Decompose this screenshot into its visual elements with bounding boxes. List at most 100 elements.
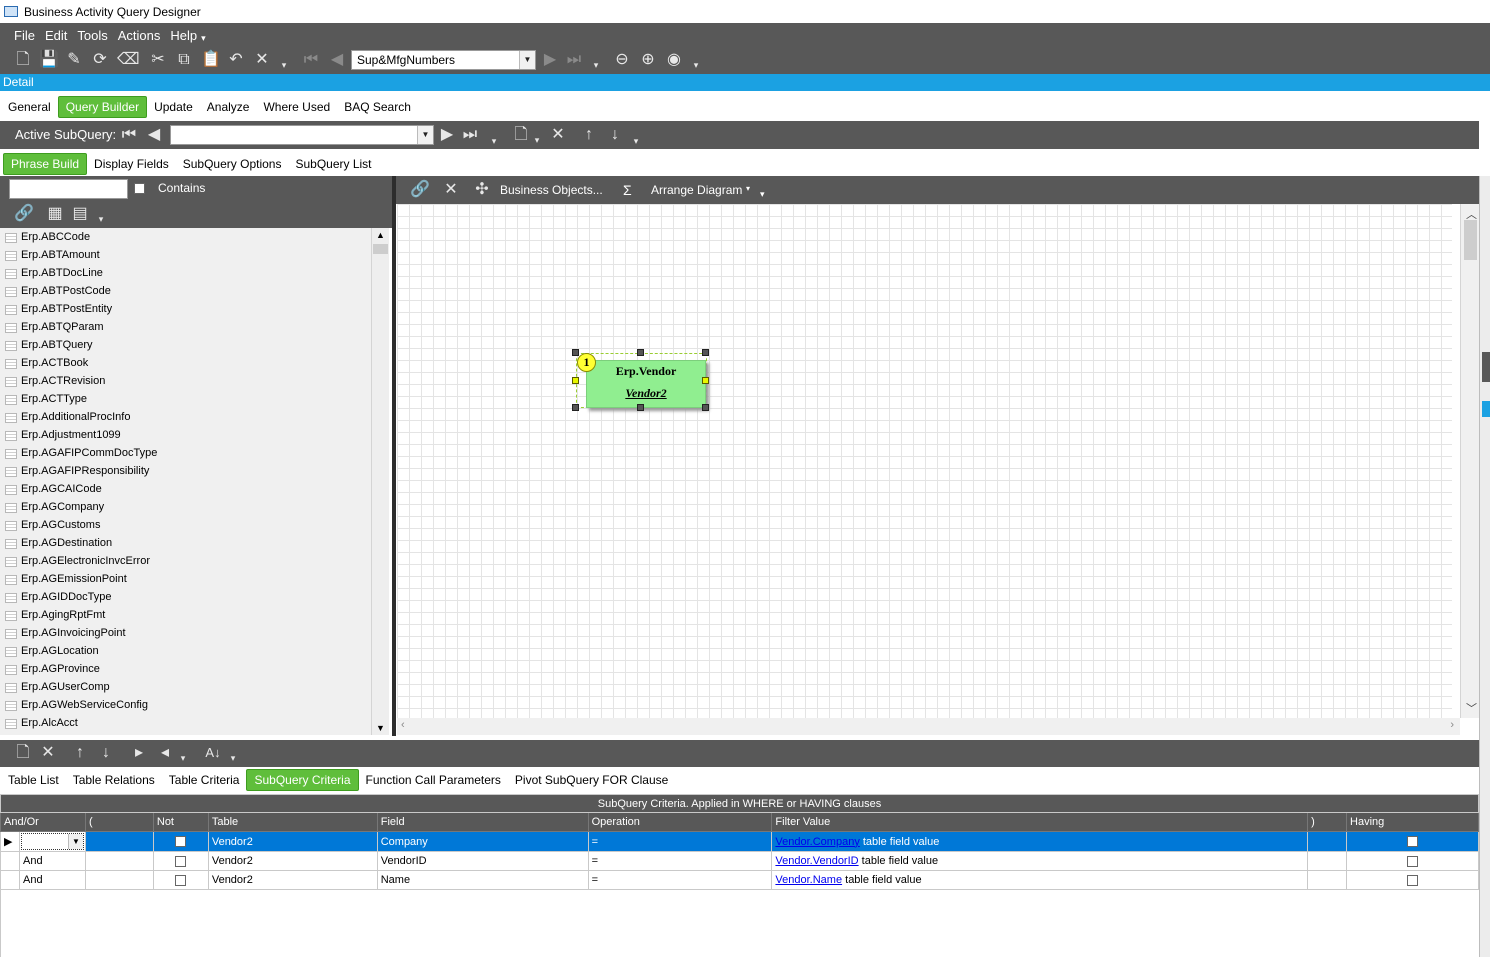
table-row[interactable]: ▶ ▼ Vendor2 Company = Vendor.Company tab…	[0, 831, 1479, 852]
diagram-overflow-icon[interactable]: ▾	[760, 189, 765, 200]
indent-left-icon[interactable]: ◂	[156, 745, 174, 761]
column-header[interactable]: (	[84, 812, 154, 832]
list-item[interactable]: Erp.ACTType	[0, 390, 389, 408]
menu-tools[interactable]: Tools	[77, 28, 107, 43]
extra-overflow-icon[interactable]: ▾	[687, 57, 705, 73]
open-paren-cell[interactable]	[84, 870, 154, 890]
list-item[interactable]: Erp.AGElectronicInvcError	[0, 552, 389, 570]
join-icon[interactable]: 🔗	[410, 182, 430, 198]
indent-right-icon[interactable]: ▸	[130, 745, 148, 761]
list-item[interactable]: Erp.AGWebServiceConfig	[0, 696, 389, 714]
list-item[interactable]: Erp.ACTRevision	[0, 372, 389, 390]
filter-value-cell[interactable]: Vendor.Company table field value	[771, 831, 1309, 852]
operation-cell[interactable]: =	[587, 851, 773, 871]
back-icon[interactable]: ⊖	[613, 52, 631, 68]
delete-criteria-icon[interactable]: ✕	[39, 745, 57, 761]
field-cell[interactable]: Name	[376, 870, 589, 890]
side-tab-marker[interactable]	[1482, 352, 1490, 382]
next-record-icon[interactable]: ▶	[541, 52, 559, 68]
paste-icon[interactable]: 📋	[201, 52, 221, 68]
first-record-icon[interactable]: ⏮	[302, 52, 320, 68]
list-item[interactable]: Erp.AGLocation	[0, 642, 389, 660]
scroll-up-icon[interactable]: ▲	[376, 230, 385, 240]
tab-query-builder[interactable]: Query Builder	[57, 96, 148, 118]
scroll-down-icon[interactable]: ﹀	[1466, 700, 1477, 716]
table-row[interactable]: And Vendor2 VendorID = Vendor.VendorID t…	[0, 851, 1479, 871]
chevron-down-icon[interactable]: ▼	[67, 834, 83, 849]
cut-icon[interactable]: ✂	[149, 52, 167, 68]
menu-edit[interactable]: Edit	[45, 28, 67, 43]
diagram-hscrollbar[interactable]: ‹ ›	[397, 718, 1460, 735]
row-indicator[interactable]	[0, 851, 20, 871]
scroll-right-icon[interactable]: ›	[1450, 719, 1454, 731]
table-cell[interactable]: Vendor2	[207, 870, 378, 890]
resize-handle[interactable]	[637, 349, 644, 356]
column-header[interactable]: And/Or	[0, 812, 86, 832]
tab-subquery-criteria[interactable]: SubQuery Criteria	[246, 768, 359, 791]
list-item[interactable]: Erp.AGDestination	[0, 534, 389, 552]
list-item[interactable]: Erp.AgingRptFmt	[0, 606, 389, 624]
diagram-vscrollbar[interactable]: ︿ ﹀	[1460, 204, 1479, 718]
filter-value-link[interactable]: Vendor.Name	[775, 874, 842, 886]
chevron-down-icon[interactable]: ▼	[417, 126, 433, 144]
subquery-overflow-icon[interactable]: ▾	[485, 133, 503, 149]
list-item[interactable]: Erp.AGInvoicingPoint	[0, 624, 389, 642]
row-indicator[interactable]	[0, 870, 20, 890]
move-down-icon[interactable]: ↓	[97, 745, 115, 761]
business-objects-icon[interactable]: ✣	[473, 182, 491, 198]
list-item[interactable]: Erp.ACTBook	[0, 354, 389, 372]
delete-icon[interactable]: ✕	[253, 52, 271, 68]
having-checkbox[interactable]	[1346, 870, 1479, 890]
remove-table-icon[interactable]: ✕	[442, 182, 460, 198]
move-down-icon[interactable]: ↓	[606, 127, 624, 143]
nav-overflow-icon[interactable]: ▾	[587, 57, 605, 73]
tab-display-fields[interactable]: Display Fields	[87, 154, 176, 174]
list-item[interactable]: Erp.AdditionalProcInfo	[0, 408, 389, 426]
list-item[interactable]: Erp.ABTAmount	[0, 246, 389, 264]
resize-handle[interactable]	[572, 349, 579, 356]
tab-subquery-list[interactable]: SubQuery List	[288, 154, 378, 174]
chevron-down-icon[interactable]: ▼	[519, 51, 535, 69]
field-cell[interactable]: Company	[376, 831, 589, 852]
calculator-icon[interactable]: ▤	[71, 206, 89, 222]
not-checkbox[interactable]	[152, 851, 209, 871]
list-item[interactable]: Erp.AlcAcct	[0, 714, 389, 732]
resize-handle[interactable]	[637, 404, 644, 411]
column-header[interactable]: Filter Value	[771, 812, 1309, 832]
panel-splitter[interactable]	[392, 176, 396, 736]
resize-handle[interactable]	[702, 404, 709, 411]
undo-icon[interactable]: ↶	[227, 52, 245, 68]
table-tools-overflow-icon[interactable]: ▾	[92, 211, 110, 227]
having-checkbox[interactable]	[1346, 831, 1479, 852]
close-paren-cell[interactable]	[1307, 831, 1348, 852]
move-up-icon[interactable]: ↑	[71, 745, 89, 761]
list-item[interactable]: Erp.Adjustment1099	[0, 426, 389, 444]
menu-actions[interactable]: Actions	[118, 28, 161, 43]
filter-value-link[interactable]: Vendor.Company	[775, 836, 859, 848]
table-cell[interactable]: Vendor2	[207, 851, 378, 871]
scroll-thumb[interactable]	[373, 244, 388, 254]
list-item[interactable]: Erp.AGCompany	[0, 498, 389, 516]
refresh-icon[interactable]: ⟳	[91, 52, 109, 68]
not-checkbox[interactable]	[152, 831, 209, 852]
diagram-canvas[interactable]	[397, 204, 1452, 718]
node-alias[interactable]: Vendor2	[587, 386, 705, 401]
prev-record-icon[interactable]: ◀	[328, 52, 346, 68]
copy-icon[interactable]: ⧉	[175, 52, 193, 68]
filter-value-cell[interactable]: Vendor.Name table field value	[771, 870, 1309, 890]
arrange-diagram-button[interactable]: Arrange Diagram	[651, 183, 742, 197]
tab-table-criteria[interactable]: Table Criteria	[162, 770, 247, 790]
list-item[interactable]: Erp.ABCCode	[0, 228, 389, 246]
tab-table-relations[interactable]: Table Relations	[66, 770, 162, 790]
table-list-scrollbar[interactable]: ▲ ▼	[371, 228, 389, 735]
menu-help[interactable]: Help	[170, 28, 197, 43]
sort-icon[interactable]: A↓	[204, 745, 222, 761]
list-item[interactable]: Erp.AGAFIPCommDocType	[0, 444, 389, 462]
open-paren-cell[interactable]	[84, 851, 154, 871]
table-row[interactable]: And Vendor2 Name = Vendor.Name table fie…	[0, 870, 1479, 890]
tab-subquery-options[interactable]: SubQuery Options	[176, 154, 289, 174]
filter-value-cell[interactable]: Vendor.VendorID table field value	[771, 851, 1309, 871]
tab-update[interactable]: Update	[147, 97, 200, 117]
list-item[interactable]: Erp.AGUserComp	[0, 678, 389, 696]
new-subquery-dropdown-icon[interactable]: ▾	[528, 132, 546, 148]
